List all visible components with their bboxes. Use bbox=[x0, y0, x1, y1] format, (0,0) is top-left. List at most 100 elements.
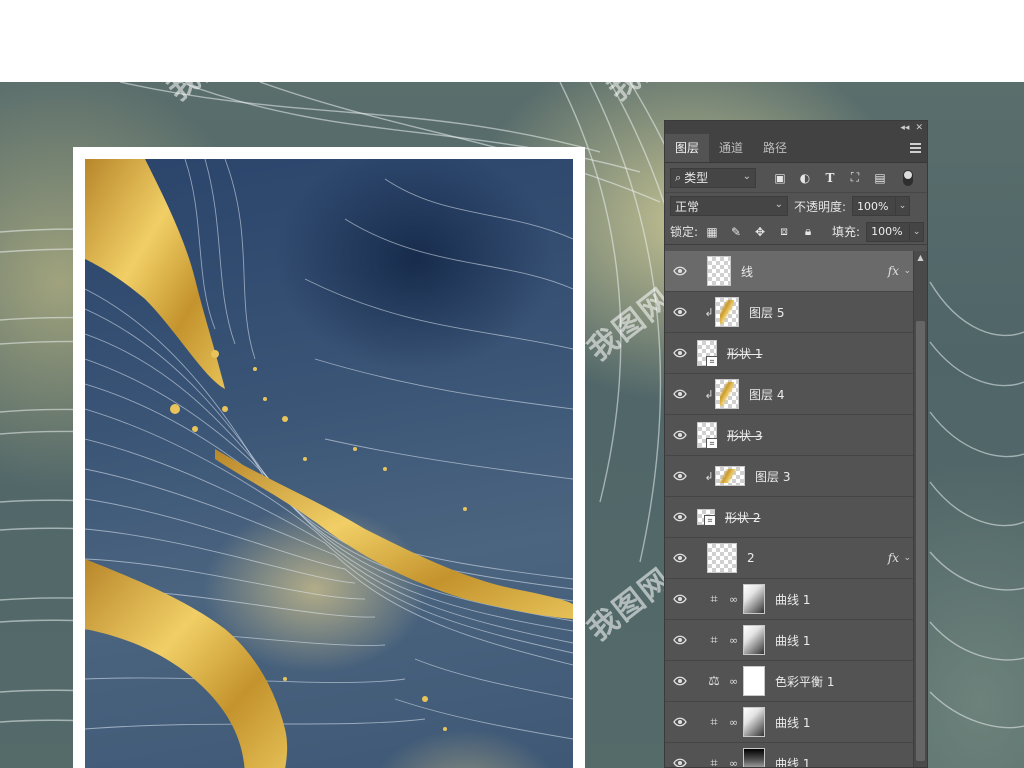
visibility-eye-icon[interactable] bbox=[665, 553, 695, 563]
fill-label: 填充: bbox=[832, 225, 861, 239]
tab-channels[interactable]: 通道 bbox=[709, 134, 753, 162]
fx-icon[interactable]: fx bbox=[888, 264, 899, 278]
layer-row[interactable]: ⌗ ∞ 曲线 1 bbox=[665, 579, 913, 620]
lock-row: 锁定: ▦ ✎ ✥ ⧈ 🔒︎ 填充: 100% ⌄ bbox=[665, 219, 927, 245]
layer-row[interactable]: ↲ 图层 3 bbox=[665, 456, 913, 497]
layer-name[interactable]: 形状 2 bbox=[725, 509, 760, 526]
link-icon[interactable]: ∞ bbox=[729, 593, 739, 606]
scroll-thumb[interactable] bbox=[916, 321, 925, 761]
filter-toggle[interactable] bbox=[903, 169, 913, 186]
visibility-eye-icon[interactable] bbox=[665, 266, 695, 276]
visibility-eye-icon[interactable] bbox=[665, 307, 695, 317]
layer-name[interactable]: 曲线 1 bbox=[775, 755, 810, 768]
layer-name[interactable]: 形状 1 bbox=[727, 345, 762, 362]
layer-row[interactable]: ⌗ 形状 1 bbox=[665, 333, 913, 374]
layer-row[interactable]: ⌗ 形状 3 bbox=[665, 415, 913, 456]
layer-mask-thumbnail[interactable] bbox=[743, 625, 765, 655]
chevron-down-icon[interactable]: ⌄ bbox=[903, 266, 911, 276]
fill-dropdown[interactable]: ⌄ bbox=[910, 221, 925, 242]
panel-tabs: 图层 通道 路径 bbox=[665, 134, 927, 163]
visibility-eye-icon[interactable] bbox=[665, 389, 695, 399]
lock-paint-icon[interactable]: ✎ bbox=[728, 224, 744, 240]
curves-adjustment-icon: ⌗ bbox=[710, 755, 718, 768]
layer-row[interactable]: ↲ 图层 5 bbox=[665, 292, 913, 333]
layer-row[interactable]: ⌗ 形状 2 bbox=[665, 497, 913, 538]
layer-row[interactable]: 2 fx ⌄ bbox=[665, 538, 913, 579]
curves-adjustment-icon: ⌗ bbox=[710, 714, 718, 730]
visibility-eye-icon[interactable] bbox=[665, 348, 695, 358]
layers-panel: ◂◂ ✕ 图层 通道 路径 ⌕ 类型 ⌄ ▣ ◐ T ⛶ ▤ 正常 ⌄ 不透明度… bbox=[664, 120, 928, 768]
shape-filter-icon[interactable]: ⛶ bbox=[847, 170, 863, 186]
lock-transparency-icon[interactable]: ▦ bbox=[704, 224, 720, 240]
visibility-eye-icon[interactable] bbox=[665, 430, 695, 440]
layer-mask-thumbnail[interactable] bbox=[743, 584, 765, 614]
close-panel-icon[interactable]: ✕ bbox=[915, 123, 923, 133]
layer-thumbnail bbox=[707, 256, 731, 286]
fill-input[interactable]: 100% bbox=[866, 221, 911, 242]
opacity-dropdown[interactable]: ⌄ bbox=[896, 196, 911, 216]
scroll-up-icon[interactable]: ▲ bbox=[914, 251, 927, 265]
visibility-eye-icon[interactable] bbox=[665, 594, 695, 604]
link-icon[interactable]: ∞ bbox=[729, 675, 739, 688]
layer-mask-thumbnail[interactable] bbox=[743, 666, 765, 696]
lock-artboard-icon[interactable]: ⧈ bbox=[776, 224, 792, 240]
adjustment-filter-icon[interactable]: ◐ bbox=[797, 170, 813, 186]
layer-row[interactable]: ⌗ ∞ 曲线 1 bbox=[665, 702, 913, 743]
layer-list-scrollbar[interactable]: ▲ bbox=[913, 251, 927, 767]
layer-name[interactable]: 色彩平衡 1 bbox=[775, 673, 834, 690]
blend-mode-select[interactable]: 正常 ⌄ bbox=[670, 196, 788, 216]
visibility-eye-icon[interactable] bbox=[665, 676, 695, 686]
gold-marble-artwork bbox=[85, 159, 573, 768]
layer-mask-thumbnail[interactable] bbox=[743, 707, 765, 737]
tab-paths[interactable]: 路径 bbox=[753, 134, 797, 162]
layer-mask-thumbnail[interactable] bbox=[743, 748, 765, 767]
visibility-eye-icon[interactable] bbox=[665, 512, 695, 522]
curves-adjustment-icon: ⌗ bbox=[710, 591, 718, 607]
tab-layers[interactable]: 图层 bbox=[665, 134, 710, 162]
layer-name[interactable]: 线 bbox=[741, 263, 753, 280]
layer-name[interactable]: 曲线 1 bbox=[775, 714, 810, 731]
clipping-arrow-icon: ↲ bbox=[704, 387, 714, 401]
link-icon[interactable]: ∞ bbox=[729, 634, 739, 647]
layer-row[interactable]: ⌗ ∞ 曲线 1 bbox=[665, 743, 913, 768]
opacity-label: 不透明度: bbox=[794, 199, 847, 214]
layer-row[interactable]: 线 fx ⌄ bbox=[665, 251, 913, 292]
opacity-input[interactable]: 100% bbox=[852, 196, 897, 216]
link-icon[interactable]: ∞ bbox=[729, 757, 739, 768]
blend-row: 正常 ⌄ 不透明度: 100% ⌄ bbox=[665, 193, 927, 219]
layer-name[interactable]: 图层 5 bbox=[749, 304, 784, 321]
link-icon[interactable]: ∞ bbox=[729, 716, 739, 729]
chevron-down-icon: ⌄ bbox=[774, 199, 783, 210]
clipping-arrow-icon: ↲ bbox=[704, 469, 714, 483]
collapse-icon[interactable]: ◂◂ bbox=[900, 123, 909, 133]
layer-name[interactable]: 曲线 1 bbox=[775, 632, 810, 649]
layer-row[interactable]: ↲ 图层 4 bbox=[665, 374, 913, 415]
layer-name[interactable]: 曲线 1 bbox=[775, 591, 810, 608]
visibility-eye-icon[interactable] bbox=[665, 758, 695, 767]
image-filter-icon[interactable]: ▣ bbox=[772, 170, 788, 186]
smart-object-filter-icon[interactable]: ▤ bbox=[872, 170, 888, 186]
shape-thumbnail: ⌗ bbox=[697, 340, 718, 367]
layer-name[interactable]: 图层 4 bbox=[749, 386, 784, 403]
layer-name[interactable]: 图层 3 bbox=[755, 468, 790, 485]
search-icon: ⌕ bbox=[675, 170, 682, 184]
artwork-frame bbox=[73, 147, 585, 768]
layer-row[interactable]: ⚖ ∞ 色彩平衡 1 bbox=[665, 661, 913, 702]
layer-name[interactable]: 2 bbox=[747, 551, 755, 565]
layer-row[interactable]: ⌗ ∞ 曲线 1 bbox=[665, 620, 913, 661]
shape-badge-icon: ⌗ bbox=[706, 438, 718, 449]
visibility-eye-icon[interactable] bbox=[665, 471, 695, 481]
type-filter-icon[interactable]: T bbox=[822, 170, 838, 186]
blend-mode-label: 正常 bbox=[675, 199, 700, 214]
panel-menu-icon[interactable] bbox=[910, 143, 921, 153]
chevron-down-icon[interactable]: ⌄ bbox=[903, 553, 911, 563]
filter-kind-select[interactable]: ⌕ 类型 ⌄ bbox=[670, 167, 756, 188]
layer-name[interactable]: 形状 3 bbox=[727, 427, 762, 444]
visibility-eye-icon[interactable] bbox=[665, 635, 695, 645]
panel-titlebar: ◂◂ ✕ bbox=[665, 121, 927, 135]
color-balance-adjustment-icon: ⚖ bbox=[708, 673, 720, 689]
fx-icon[interactable]: fx bbox=[888, 551, 899, 565]
lock-all-icon[interactable]: 🔒︎ bbox=[800, 224, 816, 240]
lock-position-icon[interactable]: ✥ bbox=[752, 224, 768, 240]
visibility-eye-icon[interactable] bbox=[665, 717, 695, 727]
